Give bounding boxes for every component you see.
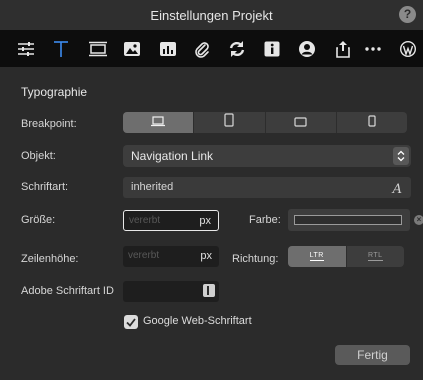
desktop-icon — [150, 114, 166, 132]
adobe-id-input[interactable] — [123, 281, 219, 302]
schriftart-label: Schriftart: — [21, 181, 69, 193]
tablet-portrait-icon — [224, 113, 234, 132]
objekt-value: Navigation Link — [131, 149, 214, 163]
stepper-icon[interactable] — [203, 284, 215, 297]
breakpoint-desktop[interactable] — [123, 112, 195, 133]
done-button[interactable]: Fertig — [335, 345, 410, 365]
chart-icon[interactable] — [154, 30, 182, 67]
toolbar — [0, 30, 423, 67]
groesse-placeholder: vererbt — [129, 215, 161, 226]
share-icon[interactable] — [329, 30, 357, 67]
richtung-ltr[interactable]: LTR — [288, 246, 347, 267]
title-bar: Einstellungen Projekt ? — [0, 0, 423, 30]
ltr-label: LTR — [309, 252, 324, 261]
window-title: Einstellungen Projekt — [150, 8, 273, 23]
google-font-checkbox[interactable] — [124, 315, 138, 329]
chevron-updown-icon — [393, 147, 409, 165]
richtung-rtl[interactable]: RTL — [347, 246, 405, 267]
layout-box-icon[interactable] — [84, 30, 112, 67]
paperclip-icon[interactable] — [188, 30, 216, 67]
breakpoint-tablet-portrait[interactable] — [194, 112, 266, 133]
more-icon[interactable] — [359, 30, 387, 67]
font-icon: A — [392, 182, 402, 197]
objekt-label: Objekt: — [21, 150, 56, 162]
wordpress-icon[interactable] — [394, 30, 422, 67]
objekt-select[interactable]: Navigation Link — [123, 145, 411, 167]
sliders-icon[interactable] — [12, 30, 40, 67]
breakpoint-label: Breakpoint: — [21, 118, 77, 130]
farbe-label: Farbe: — [249, 214, 281, 226]
google-font-label: Google Web-Schriftart — [143, 315, 252, 327]
font-picker[interactable]: inherited A — [123, 177, 411, 198]
groesse-unit: px — [199, 215, 211, 227]
color-picker[interactable] — [288, 209, 410, 231]
breakpoint-tablet-landscape[interactable] — [266, 112, 337, 133]
tablet-landscape-icon — [294, 114, 307, 132]
clear-color-icon[interactable]: × — [414, 215, 423, 225]
zeilenhoehe-label: Zeilenhöhe: — [21, 253, 79, 265]
refresh-icon[interactable] — [223, 30, 251, 67]
image-icon[interactable] — [118, 30, 146, 67]
rtl-label: RTL — [367, 252, 383, 261]
groesse-label: Größe: — [21, 214, 56, 226]
color-swatch — [294, 215, 402, 225]
adobe-label: Adobe Schriftart ID — [21, 285, 114, 297]
groesse-input[interactable]: vererbt px — [123, 210, 219, 231]
zeilenhoehe-input[interactable]: vererbt px — [123, 246, 219, 267]
richtung-selector: LTR RTL — [288, 246, 404, 267]
section-title: Typographie — [21, 85, 88, 99]
info-icon[interactable] — [258, 30, 286, 67]
zeilenhoehe-placeholder: vererbt — [128, 250, 160, 261]
help-button[interactable]: ? — [399, 6, 416, 23]
breakpoint-selector — [123, 112, 407, 133]
text-typography-icon[interactable] — [47, 30, 75, 67]
breakpoint-phone[interactable] — [337, 112, 407, 133]
zeilenhoehe-unit: px — [200, 250, 212, 262]
phone-icon — [368, 114, 376, 132]
richtung-label: Richtung: — [232, 253, 279, 265]
user-icon[interactable] — [293, 30, 321, 67]
schriftart-value: inherited — [131, 181, 174, 193]
